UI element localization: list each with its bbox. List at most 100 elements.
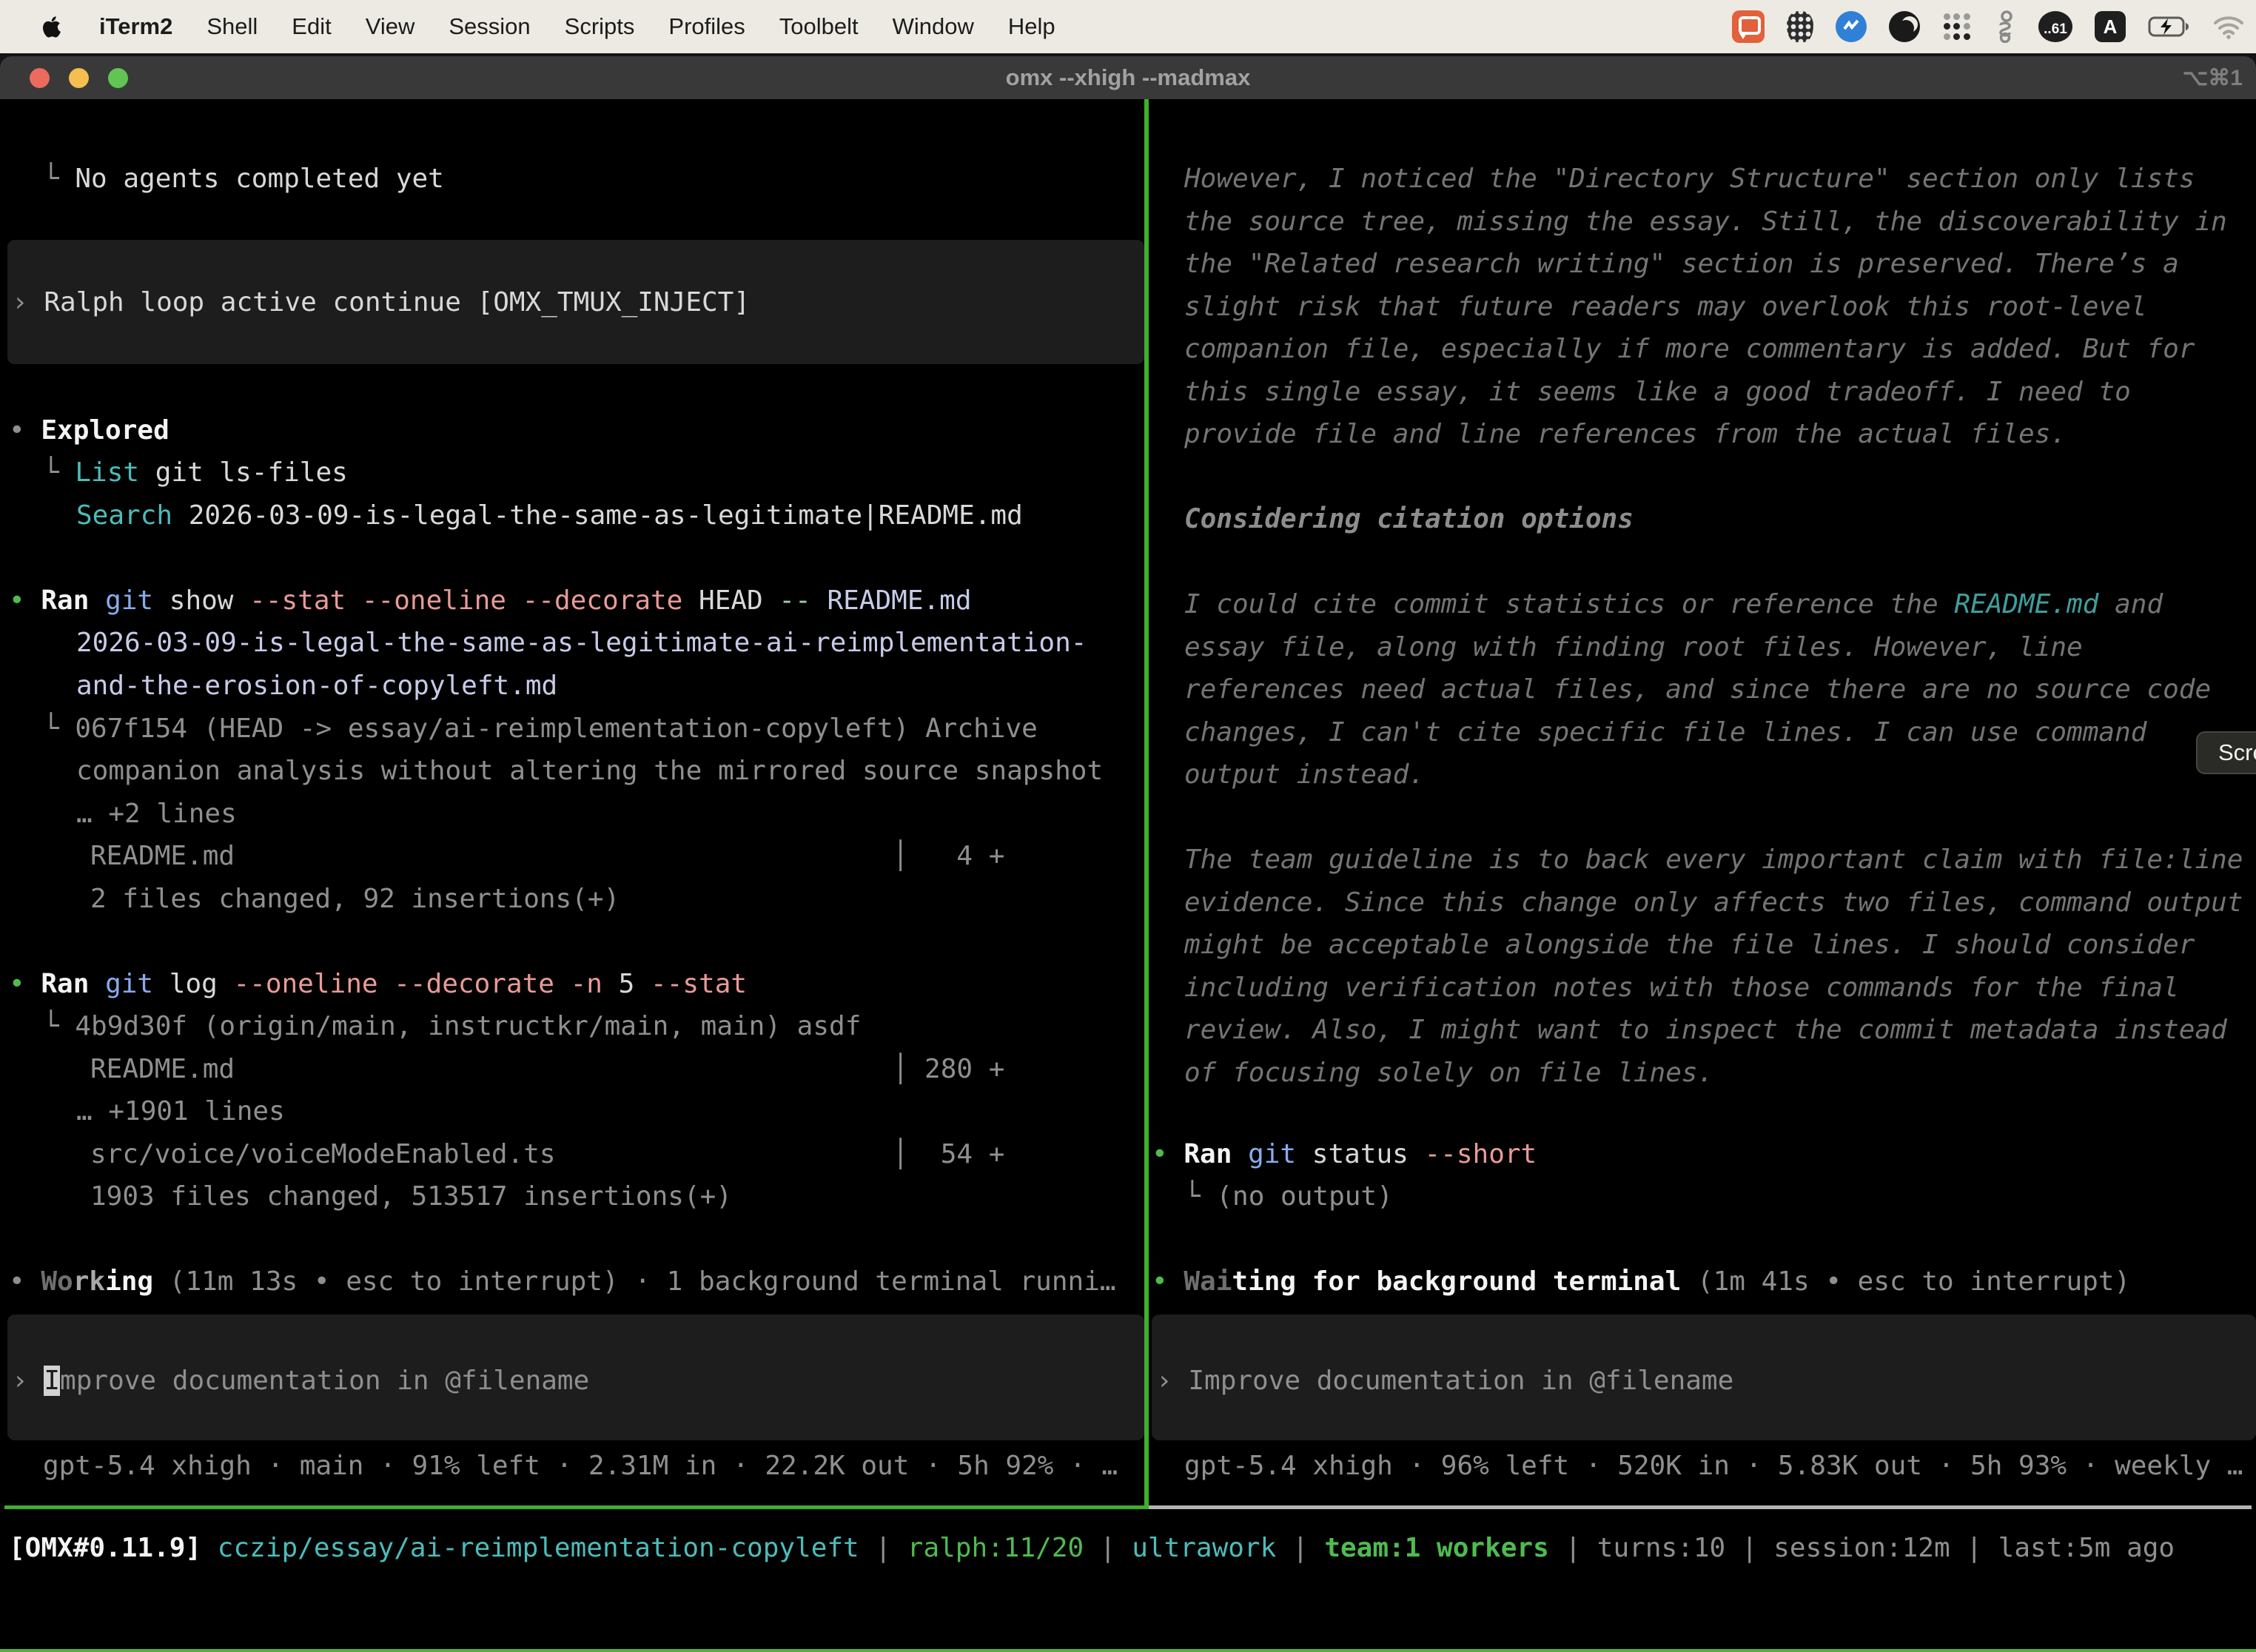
thinking-p2-l4: changes, I can't cite specific file line…	[1184, 711, 2146, 754]
text-segment: Ralph loop active continue [OMX_TMUX_INJ…	[44, 287, 750, 318]
text-segment: Ran	[41, 969, 89, 999]
text-segment: --stat --oneline --decorate	[249, 585, 682, 616]
omx-status-bar: [OMX#0.11.9] cczip/essay/ai-reimplementa…	[9, 1527, 2175, 1570]
text-segment: ›	[12, 287, 44, 318]
text-segment: •	[9, 415, 41, 446]
filename-line-1: 2026-03-09-is-legal-the-same-as-legitima…	[76, 622, 1087, 665]
text-segment: README.md │ 4 +	[90, 841, 1004, 871]
text-segment: •	[1152, 1266, 1184, 1297]
menu-item-profiles[interactable]: Profiles	[668, 13, 745, 40]
badge-61-icon[interactable]: ..61	[2038, 11, 2072, 42]
text-segment: references need actual files, and since …	[1184, 674, 2211, 705]
text-segment: |	[1276, 1533, 1324, 1563]
text-segment: However, I noticed the "Directory Struct…	[1184, 164, 2195, 194]
working-status-line: • Working (11m 13s • esc to interrupt) ·…	[9, 1260, 1116, 1303]
wifi-icon[interactable]	[2213, 14, 2244, 39]
text-segment: git	[1248, 1139, 1296, 1169]
text-segment: this single essay, it seems like a good …	[1184, 377, 2131, 407]
crescent-icon[interactable]	[1889, 11, 1920, 42]
blue-badge-icon[interactable]	[1836, 11, 1867, 42]
text-segment: └	[43, 457, 75, 488]
text-segment: 4b9d30f (origin/main, instructkr/main, m…	[75, 1011, 861, 1041]
thinking-p1-l5: companion file, especially if more comme…	[1184, 328, 2195, 371]
thinking-p3-l4: including verification notes with those …	[1184, 967, 2179, 1010]
thinking-p1-l7: provide file and line references from th…	[1184, 413, 2067, 456]
text-segment: essay file, along with finding root file…	[1184, 632, 2083, 662]
menu-item-scripts[interactable]: Scripts	[565, 13, 635, 40]
chat-bubble-shape	[1739, 16, 1761, 35]
menu-item-toolbelt[interactable]: Toolbelt	[779, 13, 859, 40]
text-segment: --short	[1425, 1139, 1537, 1169]
thinking-p1-l1: However, I noticed the "Directory Struct…	[1184, 158, 2195, 201]
text-segment: Improve documentation in @filename	[1188, 1366, 1733, 1396]
battery-icon[interactable]	[2148, 16, 2191, 38]
menu-item-shell[interactable]: Shell	[207, 13, 258, 40]
text-segment: |	[1950, 1533, 1998, 1563]
text-segment: (1m 41s • esc to interrupt)	[1681, 1266, 2130, 1297]
text-segment: Ran	[1184, 1139, 1232, 1169]
ralph-loop-input-line: › Ralph loop active continue [OMX_TMUX_I…	[12, 281, 750, 324]
text-segment: ›	[1156, 1366, 1188, 1396]
text-segment: provide file and line references from th…	[1184, 419, 2067, 449]
text-segment: └	[43, 713, 75, 744]
text-segment	[89, 585, 105, 616]
dots-grid-icon[interactable]	[1942, 12, 1972, 41]
terminal-content[interactable]: [omx-cczip0:bash* "MacBook-Pro-44.local"…	[0, 99, 2256, 1652]
text-segment: gpt-5.4 xhigh · 96% left · 520K in · 5.8…	[1184, 1451, 2243, 1481]
right-model-status-line: gpt-5.4 xhigh · 96% left · 520K in · 5.8…	[1184, 1445, 2243, 1488]
text-segment: Wo	[41, 1266, 73, 1297]
tmux-status-bar: [omx-cczip0:bash* "MacBook-Pro-44.local"…	[0, 1649, 2256, 1652]
ran-git-show-line: • Ran git show --stat --oneline --decora…	[9, 580, 972, 622]
thinking-p2-l5: output instead.	[1184, 753, 1425, 796]
text-segment: ultrawork	[1132, 1533, 1276, 1563]
person-icon[interactable]	[1994, 10, 2016, 43]
window-shortcut-hint: ⌥⌘1	[2183, 56, 2243, 99]
menu-item-edit[interactable]: Edit	[292, 13, 331, 40]
no-output-line: └ (no output)	[1184, 1175, 1393, 1218]
menu-item-view[interactable]: View	[366, 13, 415, 40]
notification-toast: Scre	[2196, 731, 2256, 774]
right-input-line: › Improve documentation in @filename	[1156, 1360, 1733, 1403]
text-segment: gpt-5.4 xhigh · main · 91% left · 2.31M …	[43, 1451, 1118, 1481]
pane-divider-vertical[interactable]	[1144, 99, 1149, 1509]
menu-bar: iTerm2 Shell Edit View Session Scripts P…	[0, 0, 2256, 53]
text-segment: [OMX#0.11.9]	[9, 1533, 201, 1563]
thinking-p3-l1: The team guideline is to back every impo…	[1184, 839, 2243, 882]
text-segment: git	[105, 585, 153, 616]
window-title-bar[interactable]: omx --xhigh --madmax ⌥⌘1	[0, 56, 2256, 99]
menu-item-session[interactable]: Session	[449, 13, 530, 40]
text-segment: cczip/essay/ai-reimplementation-copyleft	[218, 1533, 859, 1563]
text-segment: status	[1296, 1139, 1424, 1169]
text-segment: └	[1184, 1181, 1216, 1212]
thinking-heading: Considering citation options	[1184, 498, 1634, 541]
text-segment: show	[153, 585, 249, 616]
text-segment: git ls-files	[139, 457, 348, 488]
text-segment: Explored	[41, 415, 169, 446]
text-segment: (no output)	[1216, 1181, 1392, 1212]
shield-grid-icon[interactable]	[1787, 11, 1813, 42]
log-more-lines: … +1901 lines	[76, 1090, 285, 1133]
text-segment: •	[1152, 1139, 1184, 1169]
thinking-p3-l5: review. Also, I might want to inspect th…	[1184, 1009, 2227, 1052]
pane-border-bottom-left	[4, 1505, 1144, 1509]
text-segment: └	[43, 164, 75, 194]
text-segment: Ran	[41, 585, 89, 616]
text-segment: companion file, especially if more comme…	[1184, 334, 2195, 364]
thinking-p1-l4: slight risk that future readers may over…	[1184, 286, 2146, 329]
apple-logo-icon[interactable]	[40, 14, 65, 39]
thinking-p1-l6: this single essay, it seems like a good …	[1184, 371, 2131, 414]
messages-icon[interactable]	[1732, 10, 1765, 43]
thinking-p3-l2: evidence. Since this change only affects…	[1184, 882, 2243, 924]
menu-item-iterm2[interactable]: iTerm2	[99, 13, 172, 40]
menu-item-window[interactable]: Window	[893, 13, 974, 40]
text-segment: README.md │ 280 +	[90, 1054, 1004, 1084]
menu-bar-left: iTerm2 Shell Edit View Session Scripts P…	[40, 13, 1055, 40]
text-segment	[1232, 1139, 1248, 1169]
text-segment: session:12m	[1773, 1533, 1950, 1563]
text-segment: |	[1725, 1533, 1773, 1563]
text-segment: List	[75, 457, 139, 488]
text-segment	[89, 969, 105, 999]
text-segment: --stat	[651, 969, 747, 999]
menu-item-help[interactable]: Help	[1008, 13, 1055, 40]
keyboard-layout-icon[interactable]: A	[2095, 11, 2126, 42]
